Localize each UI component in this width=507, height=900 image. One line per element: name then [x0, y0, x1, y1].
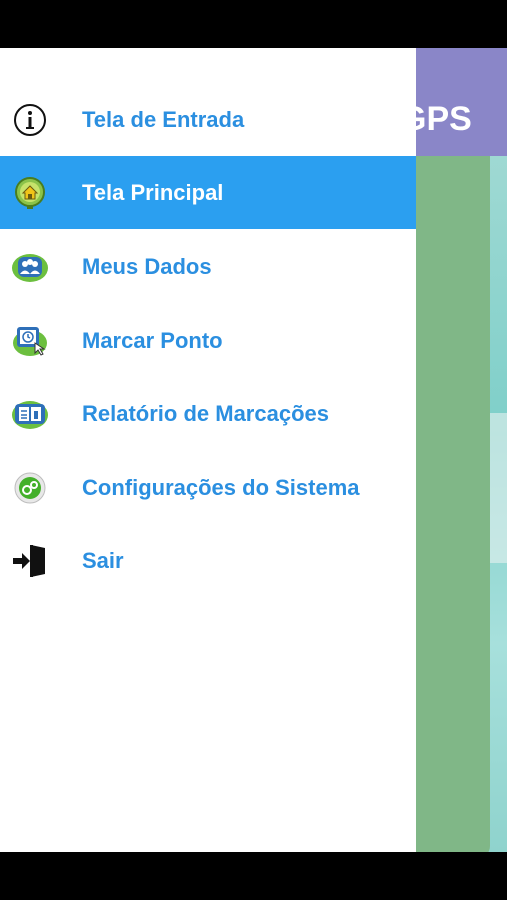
home-icon	[11, 174, 49, 212]
menu-item-tela-de-entrada[interactable]: Tela de Entrada	[0, 83, 416, 156]
menu-item-label: Configurações do Sistema	[82, 474, 360, 500]
menu-item-relatorio-de-marcacoes[interactable]: Relatório de Marcações	[0, 377, 416, 450]
menu-item-label: Meus Dados	[82, 253, 212, 279]
menu-item-label: Relatório de Marcações	[82, 400, 329, 426]
clock-in-icon	[11, 322, 49, 360]
status-bar	[0, 0, 507, 48]
report-icon	[11, 395, 49, 433]
menu-item-label: Sair	[82, 547, 124, 573]
menu-item-label: Tela de Entrada	[82, 106, 245, 132]
navigation-drawer: Tela de Entrada Tela Principal Meus Dado…	[0, 48, 416, 852]
exit-icon	[11, 542, 49, 580]
menu-item-marcar-ponto[interactable]: Marcar Ponto	[0, 304, 416, 377]
menu-item-tela-principal[interactable]: Tela Principal	[0, 156, 416, 229]
background-strip	[490, 413, 507, 563]
home-indicator-bar	[0, 852, 507, 900]
menu-item-configuracoes-do-sistema[interactable]: Configurações do Sistema	[0, 451, 416, 524]
menu-item-meus-dados[interactable]: Meus Dados	[0, 230, 416, 303]
users-icon	[11, 248, 49, 286]
menu-item-label: Marcar Ponto	[82, 327, 223, 353]
menu-item-sair[interactable]: Sair	[0, 524, 416, 597]
settings-icon	[11, 469, 49, 507]
info-icon	[11, 101, 49, 139]
menu-item-label: Tela Principal	[82, 179, 224, 205]
